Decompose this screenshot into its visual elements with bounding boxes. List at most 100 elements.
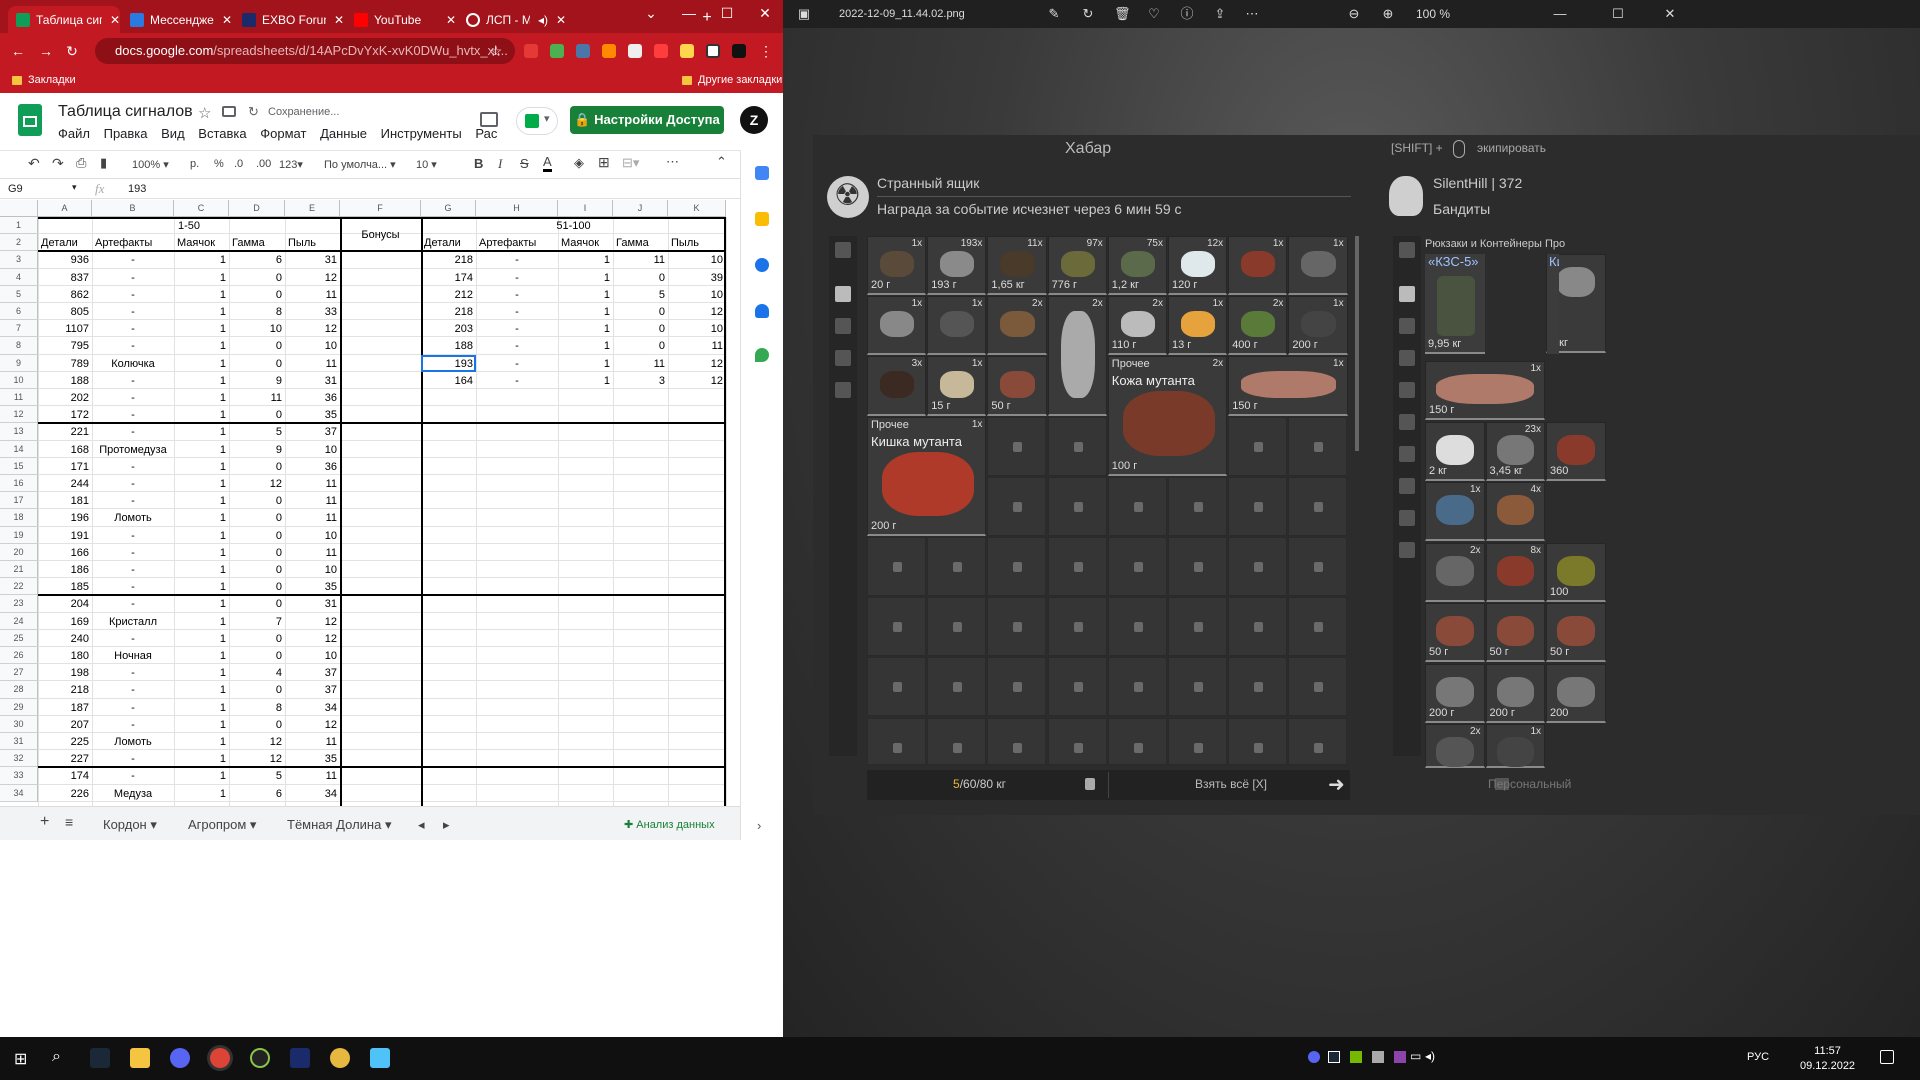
explore-button[interactable]: ✚ Анализ данных [624, 818, 715, 831]
table-cell[interactable]: 1 [177, 409, 226, 421]
table-cell[interactable]: 225 [41, 736, 89, 748]
inventory-item[interactable]: 2x 400 г [1228, 296, 1288, 356]
table-cell[interactable]: 12 [288, 272, 337, 284]
locked-slot[interactable] [927, 597, 987, 657]
calendar-icon[interactable] [755, 166, 769, 180]
row-header[interactable]: 14 [0, 440, 38, 458]
inventory-item[interactable]: 200 г [1425, 663, 1485, 723]
table-cell[interactable]: 191 [41, 530, 89, 542]
locked-slot[interactable] [1168, 597, 1227, 657]
locked-slot[interactable] [1228, 537, 1288, 596]
table-cell[interactable]: 12 [671, 358, 723, 370]
locked-slot[interactable] [1168, 717, 1227, 765]
file-explorer-icon[interactable] [130, 1048, 150, 1068]
comment-history-icon[interactable] [480, 112, 498, 127]
zoom-select[interactable]: 100% ▾ [132, 158, 169, 171]
locked-slot[interactable] [987, 416, 1047, 476]
borders-icon[interactable]: ⊞ [598, 154, 610, 171]
table-cell[interactable]: 1 [177, 512, 226, 524]
table-cell[interactable]: 795 [41, 340, 89, 352]
contacts-icon[interactable] [755, 304, 769, 318]
table-cell[interactable]: 5 [616, 289, 665, 301]
nvidia-tray-icon[interactable] [1350, 1051, 1362, 1063]
table-cell[interactable]: 204 [41, 598, 89, 610]
column-header[interactable]: F [340, 200, 421, 217]
locked-slot[interactable] [867, 537, 926, 596]
tab-exbo-forum[interactable]: EXBO Forum ✕ [234, 6, 344, 33]
table-cell[interactable]: 1 [177, 495, 226, 507]
row-header[interactable]: 4 [0, 268, 38, 286]
table-cell[interactable]: 805 [41, 306, 89, 318]
column-label[interactable]: Гамма [232, 237, 282, 249]
table-cell[interactable]: 1107 [41, 323, 89, 335]
table-cell[interactable]: 0 [232, 530, 282, 542]
table-cell[interactable]: 11 [616, 358, 665, 370]
inventory-item[interactable]: 2x [987, 296, 1047, 356]
table-cell[interactable]: - [95, 306, 171, 318]
more-formats-select[interactable]: 123▾ [279, 158, 303, 171]
percent-format-button[interactable]: % [214, 158, 224, 170]
column-header[interactable]: E [285, 200, 340, 217]
take-all-button[interactable]: Взять всё [X] [1195, 777, 1267, 791]
table-cell[interactable]: 37 [288, 667, 337, 679]
column-label[interactable]: Детали [41, 237, 89, 249]
font-select[interactable]: По умолча... ▾ [324, 158, 396, 171]
bonus-header[interactable]: Бонусы [343, 229, 418, 241]
table-cell[interactable]: 1 [177, 770, 226, 782]
table-cell[interactable]: 181 [41, 495, 89, 507]
table-cell[interactable]: 10 [288, 340, 337, 352]
row-header[interactable]: 28 [0, 681, 38, 699]
bookmarks-folder[interactable]: Закладки [12, 74, 76, 86]
table-cell[interactable]: 36 [288, 461, 337, 473]
knife-icon[interactable] [1399, 382, 1415, 398]
table-cell[interactable]: 8 [232, 702, 282, 714]
table-cell[interactable]: - [479, 254, 555, 266]
table-cell[interactable]: Колючка [95, 358, 171, 370]
column-label[interactable]: Пыль [671, 237, 723, 249]
maps-icon[interactable] [755, 348, 769, 362]
table-cell[interactable]: 0 [232, 289, 282, 301]
locked-slot[interactable] [927, 657, 987, 717]
table-cell[interactable]: - [479, 272, 555, 284]
column-header[interactable]: I [558, 200, 613, 217]
tray-icon[interactable] [1372, 1051, 1384, 1063]
table-cell[interactable]: - [95, 719, 171, 731]
discord-tray-icon[interactable] [1308, 1051, 1320, 1063]
table-cell[interactable]: 1 [177, 598, 226, 610]
inventory-item[interactable]: 200 [1546, 663, 1606, 723]
app-icon[interactable] [250, 1048, 270, 1068]
link-icon[interactable] [1399, 318, 1415, 334]
table-cell[interactable]: 6 [232, 254, 282, 266]
locked-slot[interactable] [867, 597, 926, 657]
table-cell[interactable]: 33 [288, 306, 337, 318]
locked-slot[interactable] [987, 597, 1047, 657]
row-header[interactable]: 16 [0, 475, 38, 493]
table-cell[interactable]: 1 [177, 478, 226, 490]
row-header[interactable]: 25 [0, 629, 38, 647]
table-cell[interactable]: 10 [288, 650, 337, 662]
table-cell[interactable]: 1 [177, 358, 226, 370]
inventory-item[interactable]: 50 г [987, 356, 1047, 416]
locked-slot[interactable] [1168, 657, 1227, 717]
row-header[interactable]: 6 [0, 303, 38, 321]
table-cell[interactable]: 207 [41, 719, 89, 731]
extension-icon[interactable] [628, 44, 642, 58]
locked-slot[interactable] [1288, 657, 1348, 717]
back-icon[interactable]: ← [10, 43, 26, 59]
inventory-item[interactable]: 1x [1425, 482, 1485, 541]
table-cell[interactable]: - [479, 375, 555, 387]
font-size-select[interactable]: 10 ▾ [416, 158, 437, 171]
table-cell[interactable]: Медуза [95, 788, 171, 800]
table-cell[interactable]: 0 [616, 340, 665, 352]
close-tab-icon[interactable]: ✕ [110, 13, 120, 27]
table-cell[interactable]: 1 [561, 358, 610, 370]
row-header[interactable]: 33 [0, 767, 38, 785]
table-cell[interactable]: 11 [671, 340, 723, 352]
all-sheets-icon[interactable]: ≡ [65, 814, 73, 830]
table-cell[interactable]: 35 [288, 409, 337, 421]
table-cell[interactable]: 12 [232, 736, 282, 748]
locked-slot[interactable] [1047, 597, 1107, 657]
table-cell[interactable]: 1 [177, 444, 226, 456]
table-cell[interactable]: - [95, 461, 171, 473]
table-cell[interactable]: - [95, 598, 171, 610]
